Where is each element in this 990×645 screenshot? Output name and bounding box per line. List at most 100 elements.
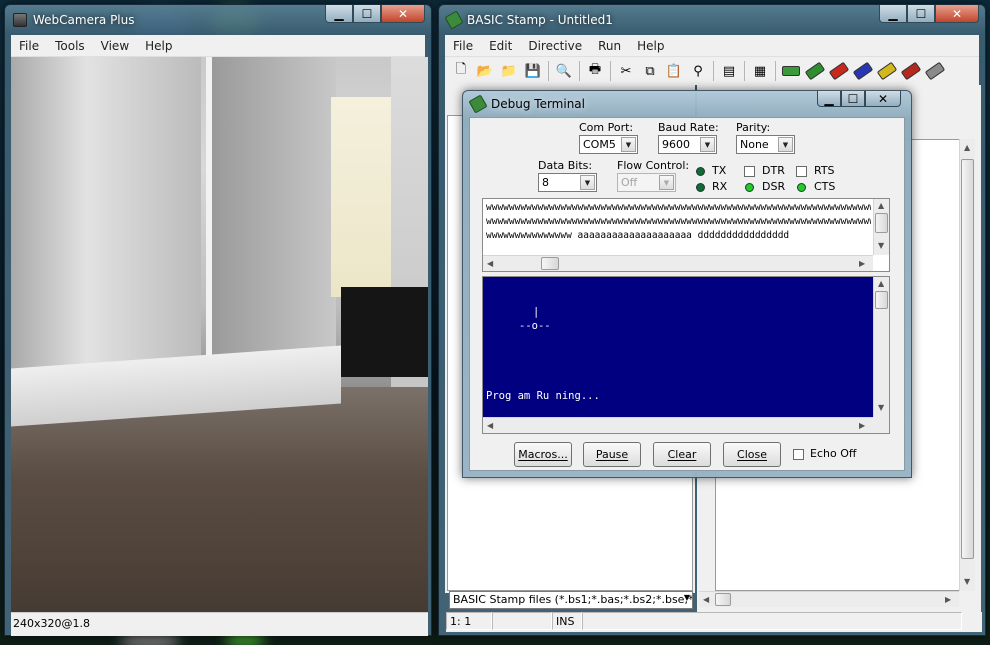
editor-horizontal-scrollbar[interactable]: ◀ ▶ [699,591,959,607]
scroll-up-icon: ▲ [878,201,885,210]
copy-button[interactable]: ⧉ [641,62,659,80]
menu-help[interactable]: Help [137,39,180,53]
directive-bs2e-button[interactable] [828,61,850,81]
minimize-button[interactable]: ▁ [879,5,907,23]
scroll-down-icon: ▼ [878,403,885,412]
com-port-label: Com Port: [579,121,634,134]
directive-bs2pe-button[interactable] [900,61,922,81]
stamp-red-icon [828,61,850,81]
receive-hscroll-thumb[interactable] [541,257,559,270]
directive-bs1-button[interactable] [782,62,800,80]
cut-button[interactable]: ✂ [617,62,635,80]
cursor-position: 1: 1 [446,612,492,630]
terminal-horizontal-scrollbar[interactable]: ◀ ▶ [483,417,873,433]
receive-text: wwwwwwwwwwwwwwwwwwwwwwwwwwwwwwwwwwwwwwww… [483,199,871,245]
chevron-down-icon: ▼ [580,175,595,190]
menu-edit[interactable]: Edit [481,39,520,53]
print-button[interactable]: 🖶 [586,62,604,80]
close-button[interactable]: ✕ [935,5,979,23]
directive-bs2-button[interactable] [804,61,826,81]
webcam-app-icon [13,13,27,27]
rx-indicator [696,183,705,192]
chevron-down-icon: ▼ [700,137,715,152]
data-bits-value: 8 [542,176,549,189]
debug-app-icon [468,94,488,114]
close-button[interactable]: ✕ [381,5,425,23]
com-port-select[interactable]: COM5 ▼ [579,135,638,154]
editor-vertical-scrollbar[interactable]: ▲ ▼ [959,139,975,591]
minimize-button[interactable]: ▁ [325,5,353,23]
terminal-scroll-thumb[interactable] [875,291,888,309]
data-bits-select[interactable]: 8 ▼ [538,173,597,192]
terminal-line: Prog am Ru ning... [486,390,600,402]
identify-button[interactable]: ▦ [751,62,769,80]
maximize-icon: ☐ [847,91,859,106]
menu-run[interactable]: Run [590,39,629,53]
chevron-down-icon: ▼ [621,137,636,152]
file-filter-value: BASIC Stamp files (*.bs1;*.bas;*.bs2;*.b… [453,593,693,606]
maximize-button[interactable]: ☐ [841,91,865,107]
scroll-down-icon: ▼ [964,577,971,586]
scissors-icon: ✂ [620,63,632,79]
receive-pane[interactable]: wwwwwwwwwwwwwwwwwwwwwwwwwwwwwwwwwwwwwwww… [482,198,890,272]
menu-file[interactable]: File [445,39,481,53]
menu-directive[interactable]: Directive [520,39,590,53]
new-file-button[interactable]: 🗋 [452,62,470,80]
dsr-label: DSR [762,180,786,193]
menu-view[interactable]: View [93,39,137,53]
stamp-menubar: File Edit Directive Run Help [445,35,979,57]
paste-button[interactable]: 📋 [665,62,683,80]
camera-scene-cabinet [11,57,201,397]
terminal-vertical-scrollbar[interactable]: ▲ ▼ [873,277,889,417]
dtr-checkbox[interactable] [744,166,755,177]
macros-button[interactable]: Macros... [514,442,572,467]
webcam-menubar: File Tools View Help [11,35,425,57]
minimize-icon: ▁ [888,6,898,21]
maximize-button[interactable]: ☐ [353,5,381,23]
directive-bs2p-button[interactable] [876,61,898,81]
webcam-window: WebCamera Plus ▁ ☐ ✕ File Tools View Hel… [4,4,432,636]
stamp-title: BASIC Stamp - Untitled1 [467,13,613,27]
rts-checkbox[interactable] [796,166,807,177]
baud-rate-select[interactable]: 9600 ▼ [658,135,717,154]
memory-map-button[interactable]: ▤ [720,62,738,80]
directive-bs2px-button[interactable] [924,61,946,81]
echo-off-checkbox[interactable] [793,449,804,460]
open-recent-button[interactable]: 📁 [500,62,518,80]
receive-scroll-thumb[interactable] [875,213,888,233]
binoculars-icon: ⚲ [693,63,703,79]
stamp-blue-icon [852,61,874,81]
toolbar-separator [610,61,611,81]
menu-help[interactable]: Help [629,39,672,53]
find-button[interactable]: ⚲ [689,62,707,80]
clear-button[interactable]: Clear [653,442,711,467]
editor-scroll-thumb[interactable] [961,159,974,559]
save-button[interactable]: 💾 [524,62,542,80]
minimize-button[interactable]: ▁ [817,91,841,107]
cts-label: CTS [814,180,836,193]
pause-button[interactable]: Pause [583,442,641,467]
parity-select[interactable]: None ▼ [736,135,795,154]
close-button[interactable]: ✕ [865,91,901,107]
menu-tools[interactable]: Tools [47,39,93,53]
maximize-button[interactable]: ☐ [907,5,935,23]
close-terminal-button[interactable]: Close [723,442,781,467]
directive-bs2sx-button[interactable] [852,61,874,81]
debug-title: Debug Terminal [491,97,585,111]
terminal-pane[interactable]: | --o-- Prog am Ru ning... ▲ ▼ ◀ ▶ [482,276,890,434]
receive-vertical-scrollbar[interactable]: ▲ ▼ [873,199,889,255]
editor-hscroll-thumb[interactable] [715,593,731,606]
insert-mode: INS [552,612,582,630]
parity-value: None [740,138,769,151]
close-icon: ✕ [877,91,889,106]
menu-file[interactable]: File [11,39,47,53]
terminal-output: | --o-- Prog am Ru ning... [483,277,873,417]
receive-horizontal-scrollbar[interactable]: ◀ ▶ [483,255,873,271]
receive-line: wwwwwwwwwwwwwww aaaaaaaaaaaaaaaaaaaa ddd… [486,230,790,241]
parity-label: Parity: [736,121,771,134]
preview-button[interactable]: 🔍 [555,62,573,80]
toolbar-separator [775,61,776,81]
cts-indicator [797,183,806,192]
open-button[interactable]: 📂 [476,62,494,80]
file-filter-select[interactable]: BASIC Stamp files (*.bs1;*.bas;*.bs2;*.b… [449,591,693,609]
